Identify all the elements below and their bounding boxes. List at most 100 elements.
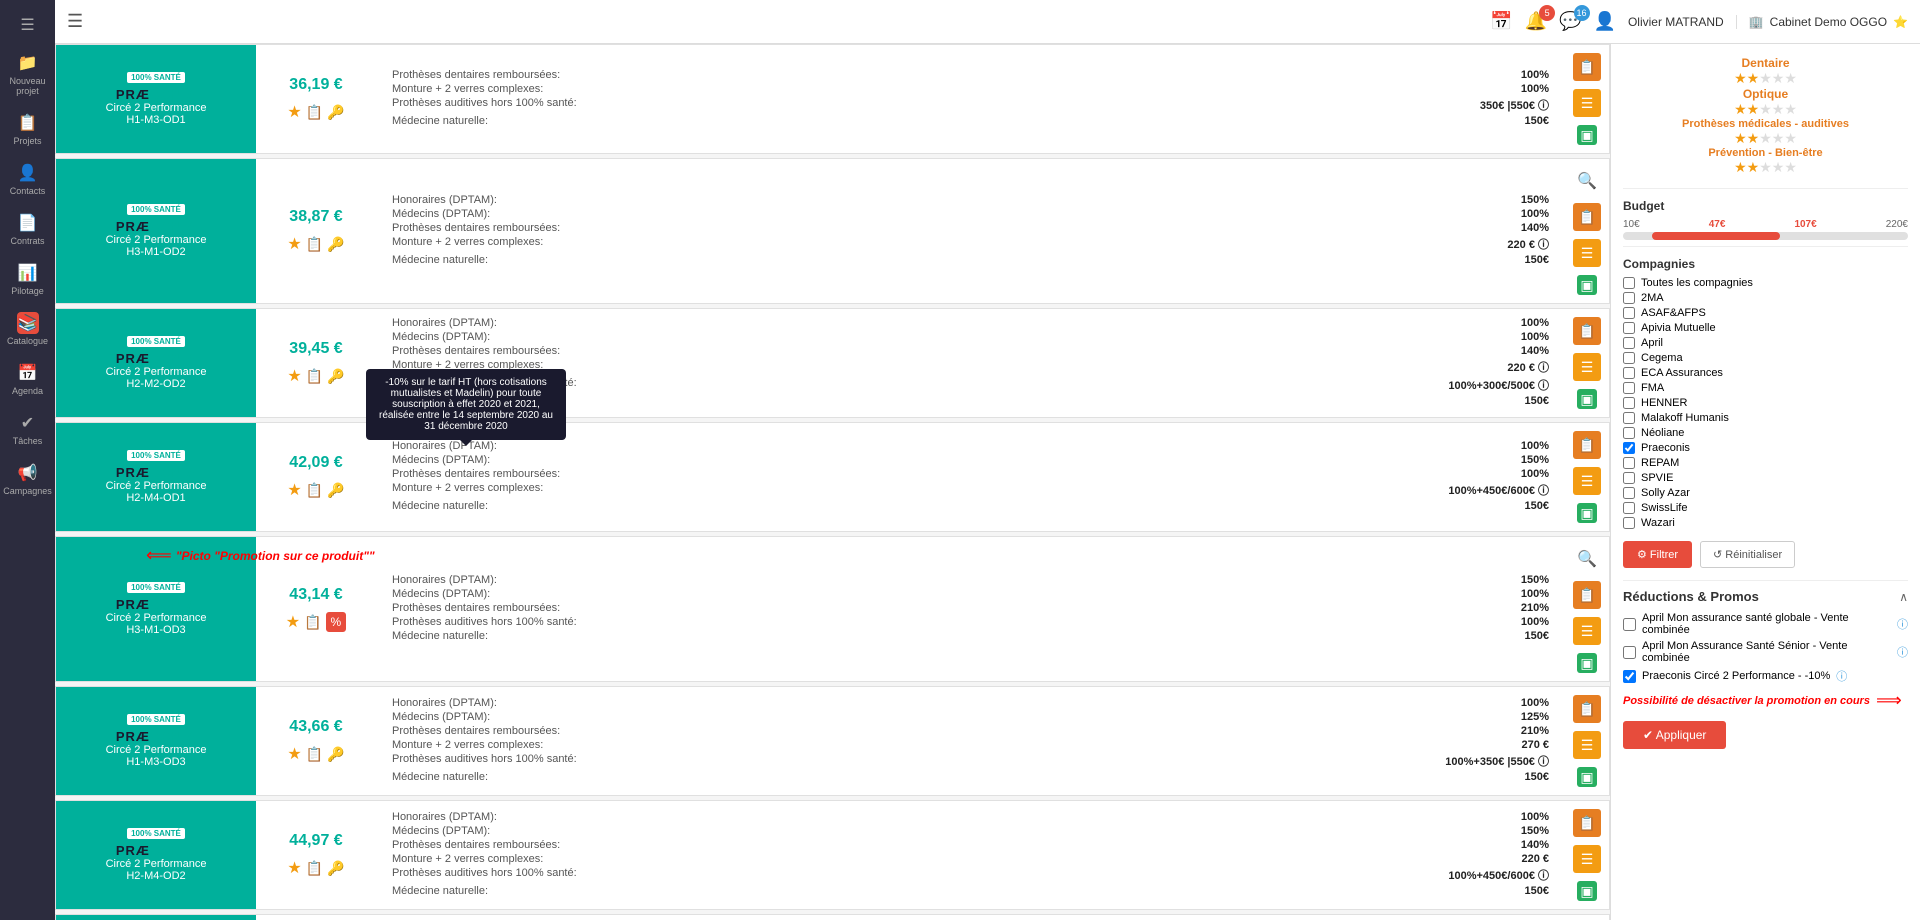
reinitialiser-button[interactable]: ↺ Réinitialiser	[1700, 541, 1795, 568]
favorite-icon[interactable]: ★	[287, 858, 301, 878]
favorite-icon[interactable]: ★	[287, 234, 301, 254]
promo-checkbox-april-global[interactable]	[1623, 618, 1636, 631]
menu-toggle-icon[interactable]: ☰	[67, 11, 83, 32]
collapse-icon[interactable]: ∧	[1899, 590, 1908, 604]
company-checkbox[interactable]	[1623, 307, 1635, 319]
promo-checkbox-praeconis[interactable]	[1623, 670, 1636, 683]
detail-button[interactable]: ☰	[1573, 239, 1601, 267]
calendar-icon[interactable]: 📅	[1490, 11, 1512, 32]
promo-checkbox-item[interactable]: April Mon assurance santé globale - Vent…	[1623, 612, 1908, 636]
add-to-project-button[interactable]: 📋	[1573, 317, 1601, 345]
company-checkbox-item[interactable]: Toutes les compagnies	[1623, 277, 1908, 289]
favorite-icon[interactable]: ★	[287, 744, 301, 764]
promo-checkbox-april-senior[interactable]	[1623, 646, 1636, 659]
sidebar-item-nouveau-projet[interactable]: 📁 Nouveau projet	[0, 46, 55, 102]
company-checkbox[interactable]	[1623, 292, 1635, 304]
company-checkbox[interactable]	[1623, 412, 1635, 424]
company-checkbox-item[interactable]: Solly Azar	[1623, 487, 1908, 499]
company-checkbox-praeconis[interactable]	[1623, 442, 1635, 454]
sidebar-item-campagnes[interactable]: 📢 Campagnes	[0, 456, 55, 502]
company-checkbox[interactable]	[1623, 367, 1635, 379]
company-checkbox-item[interactable]: Néoliane	[1623, 427, 1908, 439]
document-icon[interactable]: 📋	[306, 368, 323, 385]
company-checkbox-item[interactable]: SPVIE	[1623, 472, 1908, 484]
search-button[interactable]: 🔍	[1573, 167, 1601, 195]
add-to-project-button[interactable]: 📋	[1573, 809, 1601, 837]
search-button[interactable]: 🔍	[1573, 545, 1601, 573]
add-to-project-button[interactable]: 📋	[1573, 203, 1601, 231]
company-checkbox-item[interactable]: FMA	[1623, 382, 1908, 394]
green-action-button[interactable]: ▣	[1577, 881, 1597, 901]
document-icon[interactable]: 📋	[306, 104, 323, 121]
green-action-button[interactable]: ▣	[1577, 389, 1597, 409]
company-checkbox[interactable]	[1623, 277, 1635, 289]
detail-button[interactable]: ☰	[1573, 731, 1601, 759]
company-checkbox-item[interactable]: Apivia Mutuelle	[1623, 322, 1908, 334]
sidebar-item-pilotage[interactable]: 📊 Pilotage	[0, 256, 55, 302]
detail-button[interactable]: ☰	[1573, 467, 1601, 495]
green-action-button[interactable]: ▣	[1577, 653, 1597, 673]
company-checkbox[interactable]	[1623, 487, 1635, 499]
document-icon[interactable]: 📋	[306, 482, 323, 499]
green-action-button[interactable]: ▣	[1577, 125, 1597, 145]
favorite-icon[interactable]: ★	[286, 612, 300, 632]
key-icon[interactable]: 🔑	[327, 860, 344, 877]
info-icon[interactable]: ⓘ	[1836, 668, 1847, 684]
detail-button[interactable]: ☰	[1573, 617, 1601, 645]
promotion-icon[interactable]: %	[326, 612, 347, 632]
appliquer-button[interactable]: ✔ Appliquer	[1623, 721, 1726, 749]
info-icon[interactable]: ⓘ	[1897, 616, 1908, 632]
favorite-icon[interactable]: ★	[287, 102, 301, 122]
company-checkbox-item[interactable]: REPAM	[1623, 457, 1908, 469]
company-checkbox-item[interactable]: ASAF&AFPS	[1623, 307, 1908, 319]
company-checkbox[interactable]	[1623, 337, 1635, 349]
sidebar-item-contrats[interactable]: 📄 Contrats	[0, 206, 55, 252]
sidebar-item-contacts[interactable]: 👤 Contacts	[0, 156, 55, 202]
detail-button[interactable]: ☰	[1573, 353, 1601, 381]
info-icon[interactable]: ⓘ	[1897, 644, 1908, 660]
sidebar-item-taches[interactable]: ✔ Tâches	[0, 406, 55, 452]
company-checkbox[interactable]	[1623, 382, 1635, 394]
sidebar-item-menu[interactable]: ☰	[0, 8, 55, 42]
document-icon[interactable]: 📋	[304, 614, 321, 631]
sidebar-item-projets[interactable]: 📋 Projets	[0, 106, 55, 152]
company-checkbox-item[interactable]: April	[1623, 337, 1908, 349]
company-checkbox[interactable]	[1623, 517, 1635, 529]
company-checkbox[interactable]	[1623, 502, 1635, 514]
document-icon[interactable]: 📋	[306, 236, 323, 253]
green-action-button[interactable]: ▣	[1577, 275, 1597, 295]
company-checkbox-item[interactable]: Malakoff Humanis	[1623, 412, 1908, 424]
add-to-project-button[interactable]: 📋	[1573, 695, 1601, 723]
company-checkbox-item[interactable]: 2MA	[1623, 292, 1908, 304]
company-checkbox-item[interactable]: Praeconis	[1623, 442, 1908, 454]
sidebar-item-catalogue[interactable]: 📚 Catalogue	[0, 306, 55, 352]
promo-checkbox-item[interactable]: April Mon Assurance Santé Sénior - Vente…	[1623, 640, 1908, 664]
add-to-project-button[interactable]: 📋	[1573, 431, 1601, 459]
company-checkbox[interactable]	[1623, 352, 1635, 364]
company-checkbox[interactable]	[1623, 472, 1635, 484]
document-icon[interactable]: 📋	[306, 746, 323, 763]
company-checkbox-item[interactable]: ECA Assurances	[1623, 367, 1908, 379]
company-checkbox-item[interactable]: Cegema	[1623, 352, 1908, 364]
detail-button[interactable]: ☰	[1573, 89, 1601, 117]
green-action-button[interactable]: ▣	[1577, 767, 1597, 787]
company-checkbox-item[interactable]: SwissLife	[1623, 502, 1908, 514]
company-checkbox-item[interactable]: HENNER	[1623, 397, 1908, 409]
key-icon[interactable]: 🔑	[327, 482, 344, 499]
add-to-project-button[interactable]: 📋	[1573, 581, 1601, 609]
company-checkbox[interactable]	[1623, 397, 1635, 409]
promo-checkbox-item[interactable]: Praeconis Circé 2 Performance - -10% ⓘ	[1623, 668, 1908, 684]
bell-notification[interactable]: 🔔 5	[1525, 11, 1547, 32]
key-icon[interactable]: 🔑	[327, 368, 344, 385]
favorite-icon[interactable]: ★	[287, 480, 301, 500]
favorite-icon[interactable]: ★	[287, 366, 301, 386]
green-action-button[interactable]: ▣	[1577, 503, 1597, 523]
chat-notification[interactable]: 💬 16	[1559, 11, 1581, 32]
detail-button[interactable]: ☰	[1573, 845, 1601, 873]
key-icon[interactable]: 🔑	[327, 746, 344, 763]
company-checkbox[interactable]	[1623, 427, 1635, 439]
key-icon[interactable]: 🔑	[327, 236, 344, 253]
sidebar-item-agenda[interactable]: 📅 Agenda	[0, 356, 55, 402]
company-checkbox-item[interactable]: Wazari	[1623, 517, 1908, 529]
company-checkbox[interactable]	[1623, 457, 1635, 469]
